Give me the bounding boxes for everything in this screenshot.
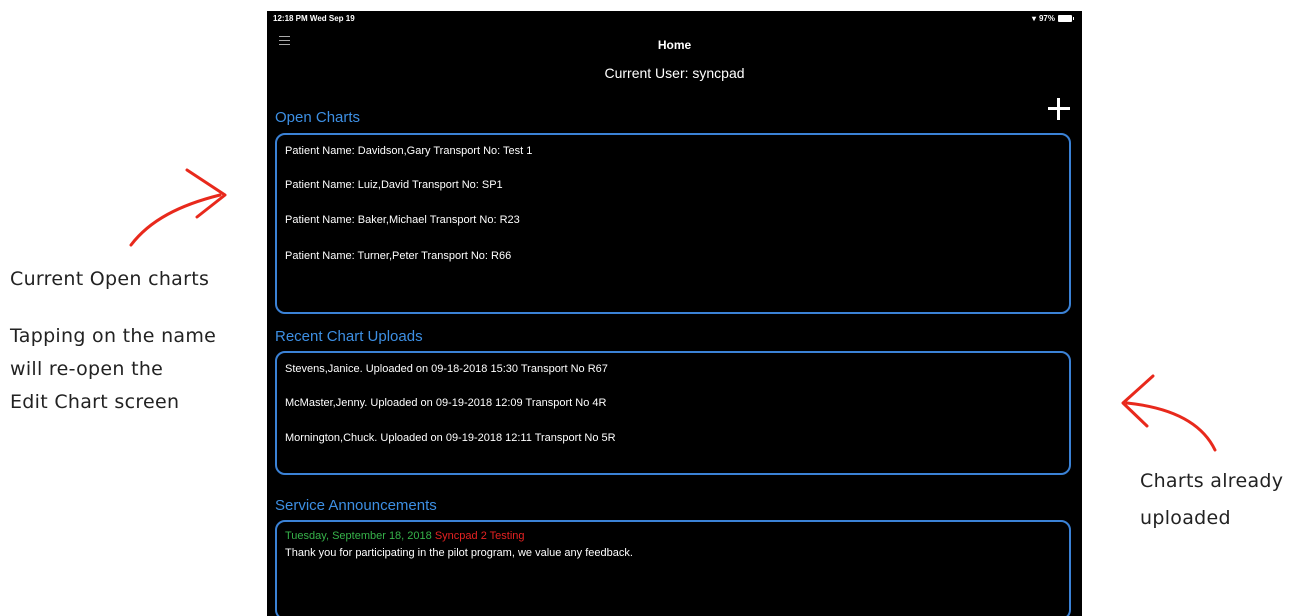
battery-icon: [1058, 15, 1074, 22]
announcement-tag: Syncpad 2 Testing: [434, 530, 525, 542]
annotation-uploaded-line1: Charts already: [1140, 470, 1284, 492]
announcement-header: Tuesday, September 18, 2018 Syncpad 2 Te…: [285, 530, 525, 542]
ipad-screen: 12:18 PM Wed Sep 19 ▾ 97% Home Current U…: [267, 11, 1082, 616]
open-chart-item[interactable]: Patient Name: Turner,Peter Transport No:…: [285, 250, 511, 262]
battery-percent: 97%: [1038, 14, 1055, 23]
announcement-date: Tuesday, September 18, 2018: [285, 530, 432, 542]
upload-item[interactable]: Stevens,Janice. Uploaded on 09-18-2018 1…: [285, 363, 608, 375]
open-chart-item[interactable]: Patient Name: Baker,Michael Transport No…: [285, 214, 520, 226]
announcements-title: Service Announcements: [275, 497, 437, 514]
open-charts-list: Patient Name: Davidson,Gary Transport No…: [275, 133, 1071, 314]
current-user-label: Current User: syncpad: [604, 65, 745, 81]
open-chart-item[interactable]: Patient Name: Davidson,Gary Transport No…: [285, 145, 532, 157]
annotation-open-charts: Current Open charts: [10, 268, 210, 290]
status-right-group: ▾ 97%: [1031, 14, 1074, 23]
add-chart-button[interactable]: [1048, 98, 1070, 120]
wifi-icon: ▾: [1031, 14, 1036, 23]
announcement-message: Thank you for participating in the pilot…: [285, 547, 633, 559]
annotation-tap-line2: will re-open the: [10, 358, 164, 380]
open-chart-item[interactable]: Patient Name: Luiz,David Transport No: S…: [285, 179, 503, 191]
annotation-tap-line3: Edit Chart screen: [10, 391, 180, 413]
annotation-uploaded-line2: uploaded: [1140, 507, 1231, 529]
annotation-tap-line1: Tapping on the name: [10, 325, 217, 347]
open-charts-title: Open Charts: [275, 109, 361, 126]
status-time: 12:18 PM Wed Sep 19: [273, 14, 355, 23]
recent-uploads-title: Recent Chart Uploads: [275, 328, 423, 345]
announcements-box: Tuesday, September 18, 2018 Syncpad 2 Te…: [275, 520, 1071, 616]
status-bar: 12:18 PM Wed Sep 19 ▾ 97%: [267, 11, 1082, 27]
page-title: Home: [657, 38, 692, 52]
upload-item[interactable]: McMaster,Jenny. Uploaded on 09-19-2018 1…: [285, 397, 606, 409]
red-arrow-icon: [1121, 374, 1217, 452]
recent-uploads-list: Stevens,Janice. Uploaded on 09-18-2018 1…: [275, 351, 1071, 475]
red-arrow-icon: [129, 168, 227, 247]
upload-item[interactable]: Mornington,Chuck. Uploaded on 09-19-2018…: [285, 432, 616, 444]
